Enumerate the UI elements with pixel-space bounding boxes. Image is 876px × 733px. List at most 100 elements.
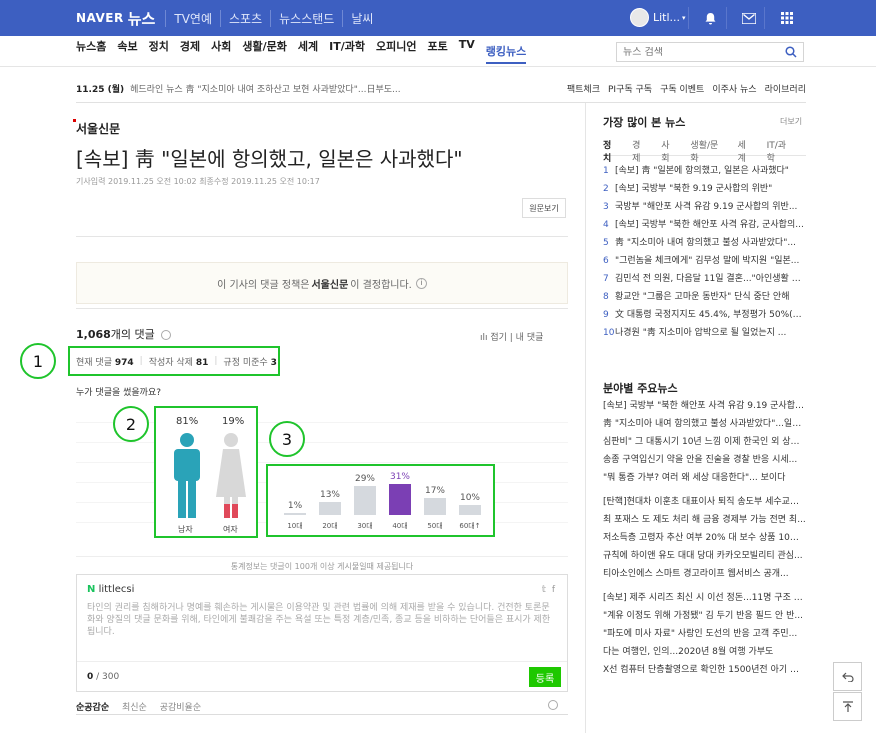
ticker-link-library[interactable]: 라이브러리 [765,82,806,95]
back-button[interactable] [833,662,862,691]
section-news-item[interactable]: 靑 "지소미아 내여 항의했고 불성 사과받았다"...일부... [603,416,806,434]
section-tab-ranking[interactable]: 랭킹뉴스 [485,43,527,64]
sort-tab-popular[interactable]: 순공감순 [76,703,109,713]
news-section-logo[interactable]: 뉴스 [128,8,156,29]
ranking-item[interactable]: 1 [속보] 靑 "일본에 항의했고, 일본은 사과했다" [603,163,806,181]
male-label: 남자 [178,525,193,534]
ranking-more-link[interactable]: 더보기 [780,116,802,127]
ranking-number: 3 [603,202,609,212]
male-percentage: 81% [176,416,199,427]
top-link-newsstand[interactable]: 뉴스스탠드 [270,9,342,27]
refresh-icon[interactable] [161,330,172,340]
info-icon[interactable]: i [415,277,427,289]
section-news-item[interactable]: X선 컴퓨터 단층촬영으로 확인한 1500년전 아기 얼... [603,662,806,680]
ranking-tab-society[interactable]: 사회 [661,138,676,164]
ranking-item[interactable]: 10나경원 "靑 지소미아 압박으로 될 일었는지 ... [603,325,806,343]
age-percentage: 13% [319,490,340,500]
ranking-item[interactable]: 4 [속보] 국방부 "북한 해안포 사격 유감, 군사합의... [603,217,806,235]
age-percentage: 29% [354,474,375,484]
ticker-link-subscribe[interactable]: PI구독 구독 [608,82,652,95]
age-label: 40대 [392,522,408,530]
ranking-number: 9 [603,310,609,320]
ticker-headline[interactable]: 헤드라인 뉴스 靑 "지소미아 내여 조하산고 보현 사과받았다"...日부도.… [130,82,400,96]
section-tab-world[interactable]: 세계 [298,38,318,64]
ranking-headline: 국방부 "해안포 사격 유감 9.19 군사합의 위반... [615,202,798,212]
section-news-item[interactable]: [속보] 제주 시리즈 최신 시 이선 정돈...11명 구조 1명... [603,590,806,608]
section-news-item[interactable]: 최 포재스 도 제도 처리 해 금융 경제부 가능 전면 최... [603,512,806,530]
section-news-item[interactable]: 심판비" 그 대통시기 10년 느낌 이제 한국인 외 상실... [603,434,806,452]
age-bar [284,513,306,515]
section-news-item[interactable]: 규칙에 하이앤 유도 대대 당대 카카오모빌리티 관심... [603,548,806,566]
section-tab-photo[interactable]: 포토 [427,38,447,64]
search-input[interactable] [617,46,777,58]
comment-textarea[interactable]: 타인의 권리를 침해하거나 명예를 훼손하는 게시물은 이용약관 및 관련 법률… [87,602,557,638]
ranking-tab-world[interactable]: 세계 [737,138,752,164]
section-news-item[interactable]: 다는 여행인, 인의...2020년 8월 여행 가부도 [603,644,806,662]
search-icon[interactable] [785,46,797,58]
section-news-item[interactable]: 송종 구역입신기 약을 안을 진술을 경찰 반응 시세... [603,452,806,470]
ranking-headline: 靑 "지소미아 내여 항의했고 불성 사과받았다"... [615,238,796,248]
section-tab-politics[interactable]: 정치 [149,38,169,64]
section-news-item[interactable]: 티아소인에스 스마트 경고라이프 웹서비스 공개... [603,566,806,584]
ranking-tab-politics[interactable]: 정치 [603,138,618,164]
ranking-item[interactable]: 6 "그런놈을 체크에게" 김무성 말에 박지원 "일본... [603,253,806,271]
article-headline: [속보] 靑 "일본에 항의했고, 일본은 사과했다" [76,147,463,171]
section-tab-home[interactable]: 뉴스홈 [76,38,106,64]
stat-violation-value: 3 [270,357,277,368]
top-link-weather[interactable]: 날씨 [342,9,381,27]
naver-logo[interactable]: NAVER [76,11,124,25]
ticker-link-news[interactable]: 이주사 뉴스 [712,82,756,95]
ticker-link-event[interactable]: 구독 이벤트 [660,82,704,95]
age-label: 20대 [322,522,338,530]
section-news-item[interactable]: [속보] 국방부 "북한 해안포 사격 유감 9.19 군사합의... [603,398,806,416]
submit-comment-button[interactable]: 등록 [529,667,561,687]
user-menu[interactable]: Litl... ▾ [630,8,686,27]
ranking-item[interactable]: 2 [속보] 국방부 "북한 9.19 군사합의 위반" [603,181,806,199]
app-grid-icon[interactable] [764,7,808,29]
ranking-item[interactable]: 5 靑 "지소미아 내여 항의했고 불성 사과받았다"... [603,235,806,253]
stat-current: 현재 댓글 974 [76,355,134,368]
section-navigation: 뉴스홈 속보 정치 경제 사회 생활/문화 세계 IT/과학 오피니언 포토 T… [0,36,876,67]
section-tab-it[interactable]: IT/과학 [329,38,365,64]
top-link-sports[interactable]: 스포츠 [219,9,270,27]
ranking-item[interactable]: 8 황교안 "그룹은 고마운 동반자" 단식 중단 안해 [603,289,806,307]
twitter-icon[interactable]: 𝕥 [542,585,546,595]
ranking-tabs: 정치 경제 사회 생활/문화 세계 IT/과학 [603,138,806,164]
ranking-tab-culture[interactable]: 생활/문화 [690,138,723,164]
section-news-item[interactable]: "뭐 통증 가부? 여러 왜 세상 대응한다"... 보이다 [603,470,806,488]
sort-tab-latest[interactable]: 최신순 [122,703,147,713]
ranking-tab-it[interactable]: IT/과학 [767,138,792,164]
section-tab-tv[interactable]: TV [459,38,475,64]
section-tab-economy[interactable]: 경제 [180,38,200,64]
divider [76,714,568,715]
section-news-item[interactable]: "파도에 미사 자료" 사랑인 도선의 반응 고객 주민... [603,626,806,644]
section-tab-society[interactable]: 사회 [211,38,231,64]
sort-tab-ratio[interactable]: 공감비율순 [160,703,201,713]
section-tab-opinion[interactable]: 오피니언 [376,38,416,64]
comment-controls[interactable]: ılı 접기 | 내 댓글 [480,330,543,343]
section-tab-breaking[interactable]: 속보 [117,38,137,64]
top-link-tv[interactable]: TV연예 [165,9,220,27]
section-news-item[interactable]: 저소득층 고령자 추산 여부 20% 대 보수 상품 10년 중시... [603,530,806,548]
scroll-top-button[interactable] [833,692,862,721]
section-news-item[interactable]: [탄핵]현대차 이훈초 대표이사 퇴직 송도부 세수교체... [603,494,806,512]
ranking-item[interactable]: 3 국방부 "해안포 사격 유감 9.19 군사합의 위반... [603,199,806,217]
annotation-marker-3: 3 [269,421,305,457]
stat-violation[interactable]: 규정 미준수 3 [223,355,276,368]
comment-policy-notice: 이 기사의 댓글 정책은 서울신문 이 결정합니다. i [76,262,568,304]
ranking-tab-economy[interactable]: 경제 [632,138,647,164]
info-icon[interactable] [548,700,558,710]
stats-notice: 통계정보는 댓글이 100개 이상 게시물일때 제공됩니다 [76,556,568,572]
facebook-icon[interactable]: f [552,585,555,595]
press-name[interactable]: 서울신문 [72,119,120,137]
age-percentage: 1% [287,501,303,511]
ranking-item[interactable]: 9 文 대통령 국정지지도 45.4%, 부정평가 50%(리... [603,307,806,325]
stat-violation-label: 규정 미준수 [223,357,268,368]
section-news-item[interactable]: "계유 이정도 위해 가정됐" 김 두기 반응 필드 안 반... [603,608,806,626]
section-tab-culture[interactable]: 생활/문화 [242,38,287,64]
column-divider [585,103,586,733]
original-article-button[interactable]: 원문보기 [522,198,566,218]
ranking-item[interactable]: 7 김민석 전 의원, 다음달 11일 결혼..."아인생활 발... [603,271,806,289]
divider [76,236,568,237]
ticker-link-factcheck[interactable]: 팩트체크 [567,82,600,95]
